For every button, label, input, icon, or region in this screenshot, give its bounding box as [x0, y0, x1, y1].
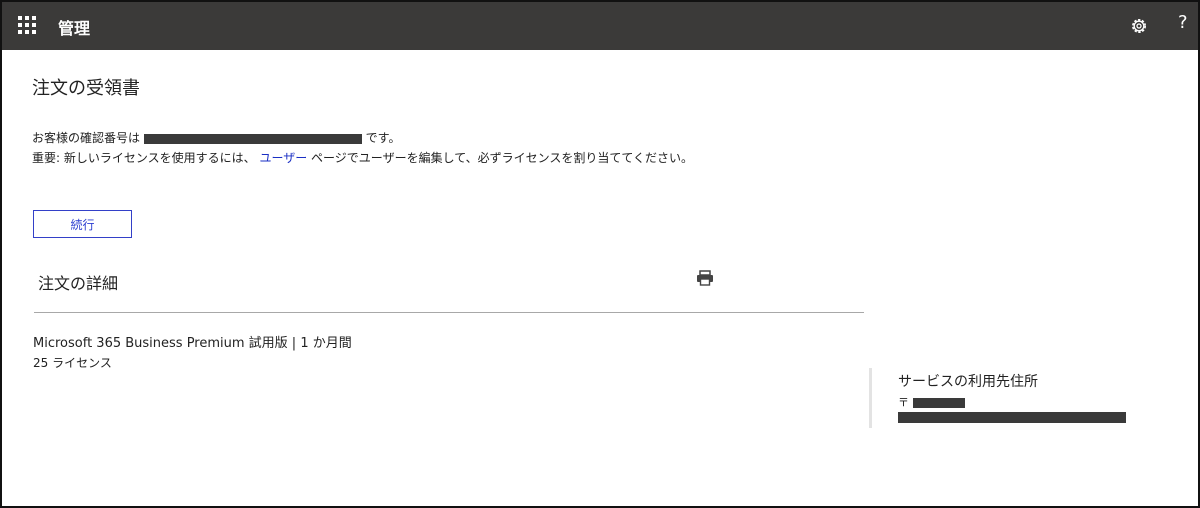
confirmation-suffix: です。: [365, 131, 401, 145]
help-icon[interactable]: ?: [1178, 12, 1188, 33]
app-title: 管理: [58, 19, 91, 38]
important-suffix: ページでユーザーを編集して、必ずライセンスを割り当ててください。: [311, 151, 694, 165]
page-title: 注文の受領書: [32, 78, 140, 99]
postal-code-line: 〒: [898, 394, 965, 410]
confirmation-line: お客様の確認番号は です。: [32, 129, 400, 146]
gear-icon[interactable]: [1129, 16, 1149, 36]
redacted-postal-code: [912, 398, 965, 408]
app-launcher-icon[interactable]: [18, 16, 36, 34]
service-address-panel: サービスの利用先住所 〒: [869, 368, 1142, 428]
postal-mark: 〒: [898, 396, 909, 409]
redacted-address: [898, 412, 1126, 423]
order-details-title: 注文の詳細: [38, 274, 119, 293]
section-divider: [34, 312, 864, 313]
important-prefix: 重要: 新しいライセンスを使用するには、: [32, 151, 256, 165]
redacted-confirmation-number: [143, 133, 362, 144]
confirmation-prefix: お客様の確認番号は: [32, 131, 141, 145]
window: 管理 ? 注文の受領書 お客様の確認番号は です。 重要: 新しいライセンスを使…: [0, 0, 1200, 508]
continue-button[interactable]: 続行: [33, 210, 132, 238]
users-link[interactable]: ユーザー: [259, 151, 307, 165]
service-address-title: サービスの利用先住所: [898, 374, 1038, 390]
print-icon[interactable]: [696, 270, 714, 286]
license-count: 25 ライセンス: [33, 356, 112, 370]
product-name: Microsoft 365 Business Premium 試用版 | 1 か…: [33, 336, 352, 351]
top-bar: 管理 ?: [2, 2, 1198, 50]
important-note: 重要: 新しいライセンスを使用するには、 ユーザー ページでユーザーを編集して、…: [32, 149, 693, 166]
